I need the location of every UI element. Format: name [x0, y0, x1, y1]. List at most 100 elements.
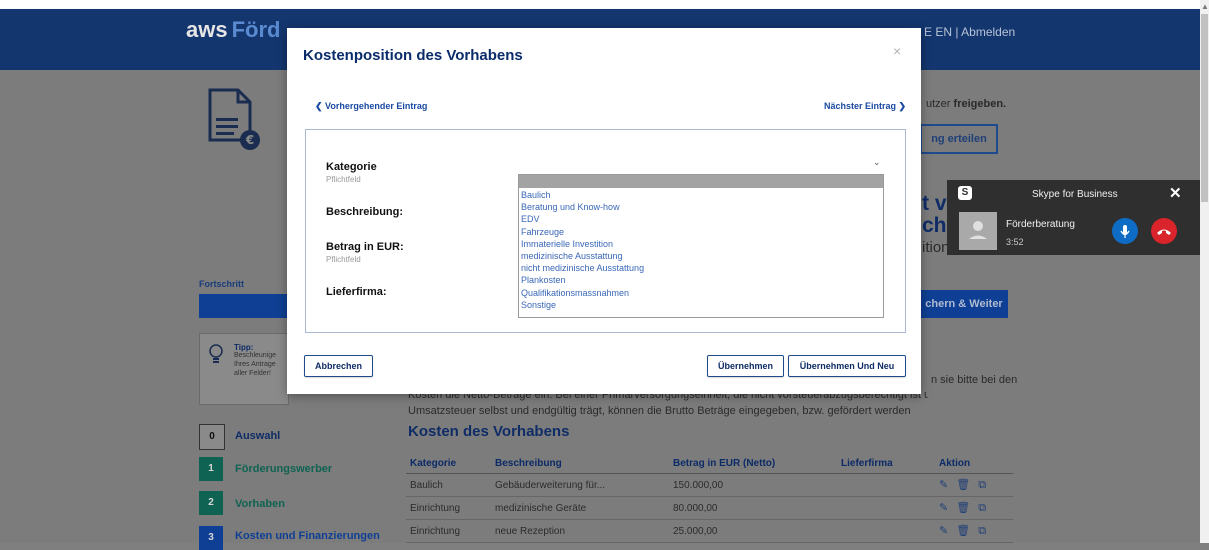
column-header: Beschreibung: [491, 453, 669, 474]
required-hint: Pflichtfeld: [326, 175, 361, 184]
previous-entry-link[interactable]: ❮ Vorhergehender Eintrag: [315, 101, 427, 112]
close-icon[interactable]: ✕: [1169, 184, 1182, 202]
table-cell: Baulich: [406, 473, 491, 497]
edit-icon[interactable]: ✎: [939, 525, 948, 537]
table-cell: 25.000,00: [669, 519, 837, 543]
chevron-down-icon[interactable]: ⌄: [873, 157, 881, 168]
delete-icon[interactable]: 🗑: [956, 525, 970, 537]
table-cell: [837, 473, 935, 497]
body-text-end: n sie bitte bei den: [931, 374, 1018, 386]
step-number[interactable]: 1: [199, 457, 223, 481]
tip-line: Beschleunige: [234, 352, 277, 359]
release-text: utzer freigeben.: [926, 98, 1007, 110]
progress-bar: [199, 294, 287, 318]
dropdown-selected-blank[interactable]: [519, 175, 883, 188]
call-contact-name: Förderberatung: [1006, 219, 1075, 230]
logout-link[interactable]: Abmelden: [961, 25, 1015, 39]
table-cell: Einrichtung: [406, 519, 491, 543]
table-cell: neue Rezeption: [491, 519, 669, 543]
skype-title: Skype for Business: [1032, 189, 1118, 200]
table-cell: 150.000,00: [669, 473, 837, 497]
scroll-up-arrow-icon[interactable]: ▲: [1201, 2, 1209, 11]
aws-logo[interactable]: aws Förd: [186, 17, 280, 43]
avatar: [959, 212, 997, 250]
step-label[interactable]: Vorhaben: [235, 498, 285, 510]
call-duration: 3:52: [1006, 237, 1024, 247]
costs-table: Kategorie Beschreibung Betrag in EUR (Ne…: [406, 453, 1013, 543]
top-strip: [0, 0, 1209, 9]
column-header: Lieferfirma: [837, 453, 935, 474]
table-cell: Einrichtung: [406, 496, 491, 520]
modal-title: Kostenposition des Vorhabens: [303, 47, 523, 64]
dropdown-options: Baulich Beratung und Know-how EDV Fahrze…: [521, 189, 644, 311]
copy-icon[interactable]: ⧉: [978, 502, 986, 514]
next-entry-link[interactable]: Nächster Eintrag ❯: [824, 101, 906, 112]
step-number[interactable]: 2: [199, 491, 223, 515]
action-cell: ✎ 🗑 ⧉: [935, 519, 1013, 543]
close-icon[interactable]: ×: [893, 43, 901, 59]
person-icon: [969, 221, 987, 239]
dropdown-option[interactable]: Immaterielle Investition: [521, 238, 644, 250]
supplier-label: Lieferfirma:: [326, 286, 387, 298]
chevron-left-icon: ❮: [315, 101, 326, 111]
skype-logo-icon: S: [958, 186, 972, 200]
required-hint: Pflichtfeld: [326, 255, 361, 264]
delete-icon[interactable]: 🗑: [956, 502, 970, 514]
step-label[interactable]: Förderungswerber: [235, 463, 332, 475]
category-label: Kategorie: [326, 161, 377, 173]
delete-icon[interactable]: 🗑: [956, 479, 970, 491]
column-header: Betrag in EUR (Netto): [669, 453, 837, 474]
copy-icon[interactable]: ⧉: [978, 525, 986, 537]
column-header: Aktion: [935, 453, 1013, 474]
table-row: Baulich Gebäuderweiterung für... 150.000…: [406, 473, 1013, 497]
body-text: Umsatzsteuer selbst und endgültig trägt,…: [408, 405, 911, 417]
table-cell: medizinische Geräte: [491, 496, 669, 520]
tip-title: Tipp:: [234, 343, 254, 352]
step-number[interactable]: 0: [199, 424, 225, 450]
grant-access-button[interactable]: ng erteilen: [920, 124, 998, 154]
dropdown-option[interactable]: Beratung und Know-how: [521, 201, 644, 213]
tip-line: Ihres Antrage: [234, 361, 276, 368]
chevron-right-icon: ❯: [896, 101, 907, 111]
amount-label: Betrag in EUR:: [326, 241, 404, 253]
svg-text:€: €: [245, 133, 254, 147]
document-euro-icon: €: [208, 88, 260, 150]
copy-icon[interactable]: ⧉: [978, 479, 986, 491]
column-header: Kategorie: [406, 453, 491, 474]
dropdown-option[interactable]: Sonstige: [521, 299, 644, 311]
lightbulb-icon: [209, 344, 223, 363]
category-dropdown[interactable]: Baulich Beratung und Know-how EDV Fahrze…: [518, 174, 884, 318]
dropdown-option[interactable]: Plankosten: [521, 274, 644, 286]
cancel-button[interactable]: Abbrechen: [304, 355, 373, 377]
tip-line: aller Felder!: [234, 370, 271, 377]
microphone-icon[interactable]: [1112, 218, 1138, 244]
dropdown-option[interactable]: Baulich: [521, 189, 644, 201]
hang-up-icon[interactable]: [1151, 218, 1177, 244]
table-row: Einrichtung medizinische Geräte 80.000,0…: [406, 496, 1013, 520]
edit-icon[interactable]: ✎: [939, 479, 948, 491]
step-label[interactable]: Auswahl: [235, 430, 280, 442]
save-continue-button[interactable]: chern & Weiter: [920, 290, 1008, 318]
apply-and-new-button[interactable]: Übernehmen Und Neu: [788, 355, 906, 377]
table-cell: 80.000,00: [669, 496, 837, 520]
dropdown-option[interactable]: EDV: [521, 213, 644, 225]
action-cell: ✎ 🗑 ⧉: [935, 496, 1013, 520]
edit-icon[interactable]: ✎: [939, 502, 948, 514]
costs-heading: Kosten des Vorhabens: [408, 423, 570, 440]
action-cell: ✎ 🗑 ⧉: [935, 473, 1013, 497]
table-cell: [837, 519, 935, 543]
scrollbar-thumb[interactable]: [1201, 14, 1208, 202]
table-cell: [837, 496, 935, 520]
dropdown-option[interactable]: Fahrzeuge: [521, 226, 644, 238]
step-number[interactable]: 3: [199, 526, 223, 550]
language-switch[interactable]: E EN: [924, 25, 952, 39]
dropdown-option[interactable]: nicht medizinische Ausstattung: [521, 262, 644, 274]
table-cell: Gebäuderweiterung für...: [491, 473, 669, 497]
dropdown-option[interactable]: Qualifikationsmassnahmen: [521, 287, 644, 299]
step-label[interactable]: Kosten und Finanzierungen: [235, 530, 380, 542]
dropdown-option[interactable]: medizinische Ausstattung: [521, 250, 644, 262]
table-header-row: Kategorie Beschreibung Betrag in EUR (Ne…: [406, 453, 1013, 474]
header-links: E EN | Abmelden: [924, 25, 1016, 39]
apply-button[interactable]: Übernehmen: [707, 355, 784, 377]
description-label: Beschreibung:: [326, 206, 404, 218]
